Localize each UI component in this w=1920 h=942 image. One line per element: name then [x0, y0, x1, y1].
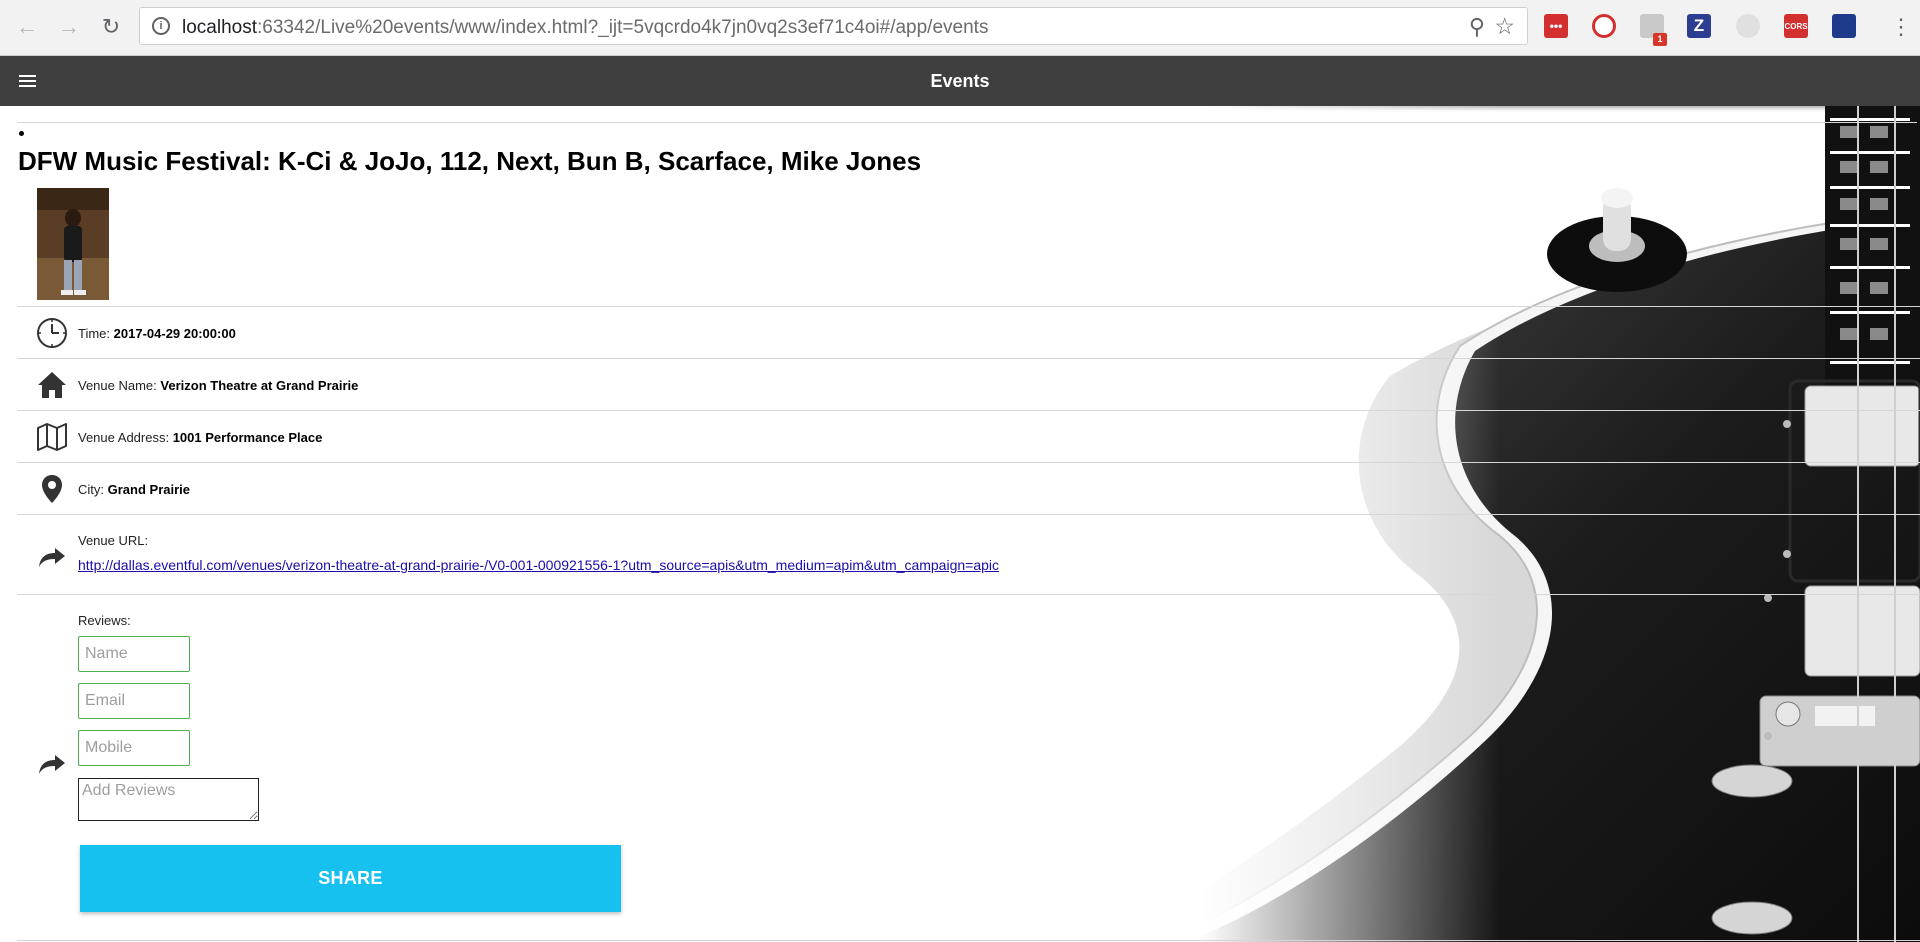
event-image — [37, 188, 109, 300]
url-path: :63342/Live%20events/www/index.html?_ijt… — [257, 17, 989, 38]
clock-icon — [37, 318, 67, 348]
address-bar[interactable]: i localhost:63342/Live%20events/www/inde… — [139, 7, 1528, 45]
browser-toolbar: ← → ↻ i localhost:63342/Live%20events/ww… — [0, 0, 1920, 56]
venue-name-label: Venue Name: — [78, 378, 157, 393]
extension-cors-icon[interactable]: CORS — [1784, 14, 1808, 38]
divider — [17, 940, 1920, 941]
venue-address-label: Venue Address: — [78, 430, 170, 445]
venue-address-value: 1001 Performance Place — [172, 430, 323, 445]
page-title: Events — [930, 71, 990, 91]
browser-menu-icon[interactable]: ⋮ — [1890, 14, 1912, 40]
bookmark-star-icon[interactable]: ☆ — [1494, 13, 1515, 40]
time-text: Time: 2017-04-29 20:00:00 — [78, 326, 236, 341]
venue-name-row: Venue Name: Verizon Theatre at Grand Pra… — [17, 358, 1920, 411]
app-header: Events — [0, 56, 1920, 106]
address-url[interactable]: localhost:63342/Live%20events/www/index.… — [182, 17, 988, 39]
share-arrow-icon — [39, 755, 65, 774]
name-input[interactable] — [78, 636, 190, 672]
city-label: City: — [78, 482, 104, 497]
divider — [17, 122, 1917, 123]
extension-shield-icon[interactable] — [1592, 14, 1616, 38]
email-input[interactable] — [78, 683, 190, 719]
list-bullet — [19, 131, 24, 136]
back-icon[interactable]: ← — [12, 12, 42, 42]
home-icon — [38, 372, 66, 398]
location-pin-icon — [42, 475, 62, 503]
reviews-label: Reviews: — [78, 613, 131, 628]
site-info-icon[interactable]: i — [152, 17, 170, 35]
city-text: City: Grand Prairie — [78, 482, 190, 497]
reviews-row: Reviews: SHARE — [17, 594, 1920, 941]
mobile-input[interactable] — [78, 730, 190, 766]
venue-url-label: Venue URL: — [78, 533, 149, 548]
time-row: Time: 2017-04-29 20:00:00 — [17, 306, 1920, 359]
city-row: City: Grand Prairie — [17, 462, 1920, 515]
event-details: DFW Music Festival: K-Ci & JoJo, 112, Ne… — [17, 106, 1920, 942]
venue-url-link[interactable]: http://dallas.eventful.com/venues/verizo… — [78, 557, 999, 573]
venue-name-text: Venue Name: Verizon Theatre at Grand Pra… — [78, 378, 358, 393]
event-title: DFW Music Festival: K-Ci & JoJo, 112, Ne… — [18, 146, 922, 176]
map-icon — [37, 423, 67, 451]
city-value: Grand Prairie — [107, 482, 190, 497]
venue-url-row: Venue URL: http://dallas.eventful.com/ve… — [17, 514, 1920, 595]
zoom-icon[interactable]: ⚲ — [1469, 14, 1485, 40]
review-textarea[interactable] — [78, 778, 259, 821]
extension-z-icon[interactable]: Z — [1687, 14, 1711, 38]
time-value: 2017-04-29 20:00:00 — [113, 326, 236, 341]
share-arrow-icon — [39, 548, 65, 567]
venue-address-text: Venue Address: 1001 Performance Place — [78, 430, 322, 445]
url-host: localhost — [182, 17, 257, 38]
venue-address-row: Venue Address: 1001 Performance Place — [17, 410, 1920, 463]
time-label: Time: — [78, 326, 111, 341]
venue-name-value: Verizon Theatre at Grand Prairie — [160, 378, 359, 393]
extension-dots-icon[interactable]: ••• — [1544, 14, 1568, 38]
extension-badge: 1 — [1653, 33, 1667, 46]
extension-flag-icon[interactable] — [1832, 14, 1856, 38]
extension-feather-icon[interactable] — [1736, 14, 1760, 38]
share-button[interactable]: SHARE — [80, 845, 621, 912]
forward-icon[interactable]: → — [54, 12, 84, 42]
reload-icon[interactable]: ↻ — [96, 12, 126, 42]
